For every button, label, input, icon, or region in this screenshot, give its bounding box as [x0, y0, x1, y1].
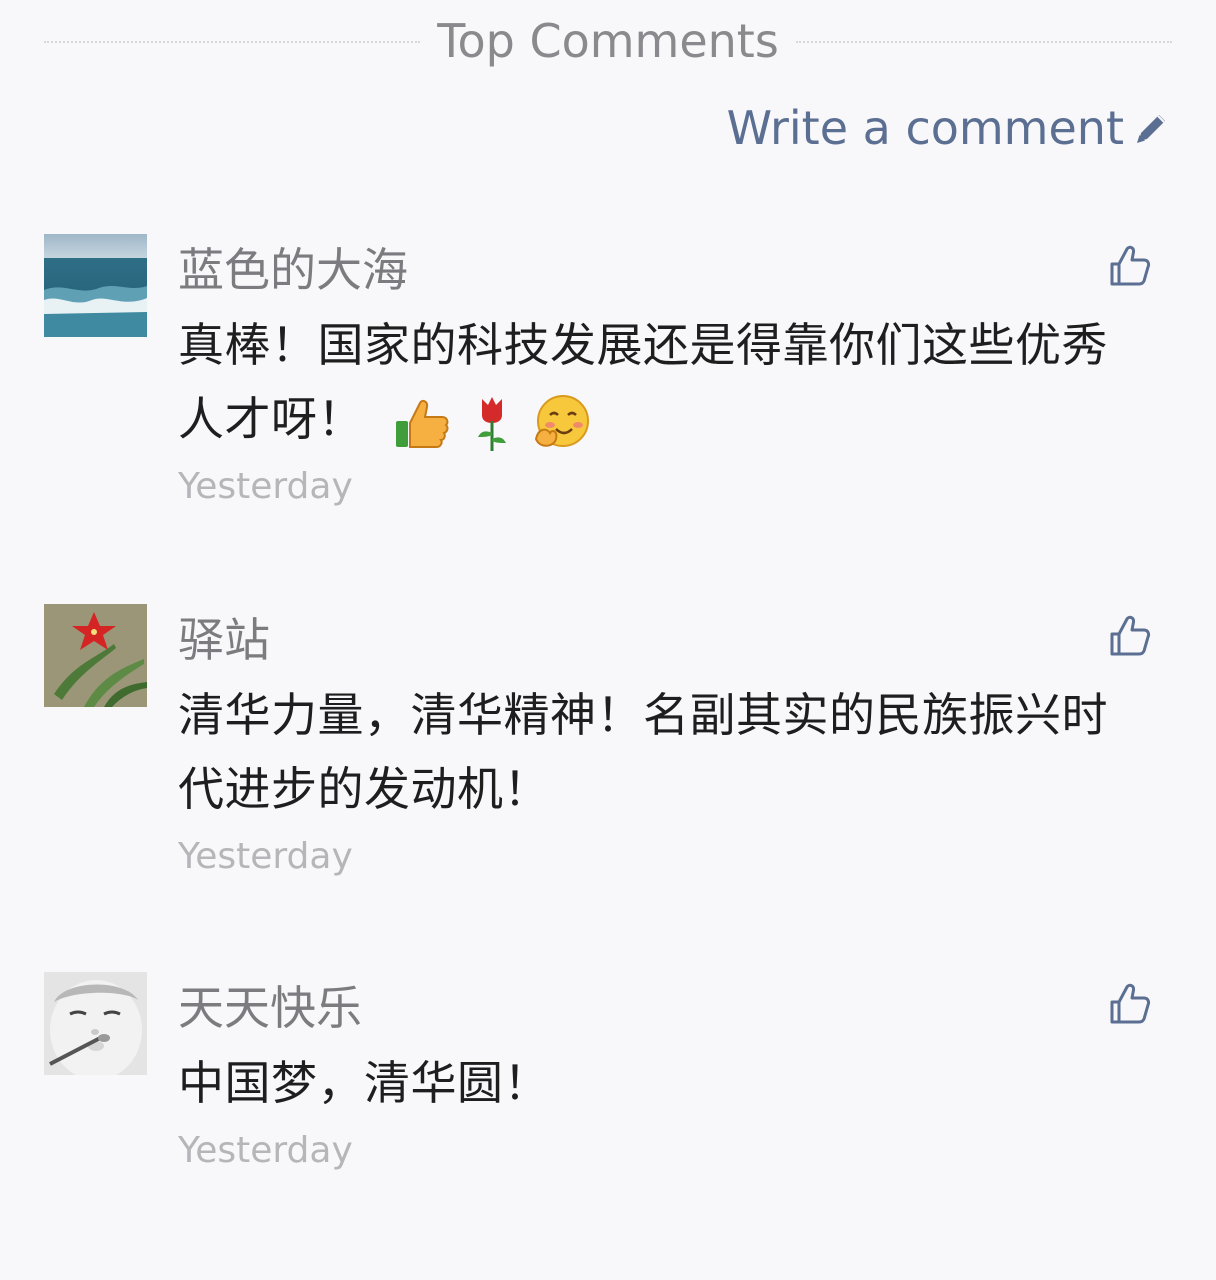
- comment-text: 清华力量，清华精神！名副其实的民族振兴时代进步的发动机！: [178, 688, 1108, 816]
- commenter-name[interactable]: 驿站: [178, 604, 1138, 678]
- comment-text: 真棒！国家的科技发展还是得靠你们这些优秀人才呀！: [178, 308, 1138, 456]
- comment-body: 驿站 清华力量，清华精神！名副其实的民族振兴时代进步的发动机！ Yesterda…: [178, 604, 1138, 888]
- hugging-face-emoji: [532, 393, 592, 453]
- like-button[interactable]: [1108, 614, 1152, 658]
- write-comment-label: Write a comment: [726, 101, 1124, 155]
- comment-item: 天天快乐 中国梦，清华圆！ Yesterday: [44, 972, 1172, 1192]
- comment-body: 蓝色的大海 真棒！国家的科技发展还是得靠你们这些优秀人才呀！ Yesterday: [178, 234, 1138, 518]
- comment-text: 中国梦，清华圆！: [178, 1056, 550, 1110]
- commenter-name[interactable]: 天天快乐: [178, 972, 1138, 1046]
- comment-item: 驿站 清华力量，清华精神！名副其实的民族振兴时代进步的发动机！ Yesterda…: [44, 604, 1172, 894]
- comment-item: 蓝色的大海 真棒！国家的科技发展还是得靠你们这些优秀人才呀！ Yesterday: [44, 234, 1172, 524]
- header-divider-right: [796, 41, 1172, 43]
- comment-body: 天天快乐 中国梦，清华圆！ Yesterday: [178, 972, 1138, 1182]
- emoji-row: [392, 393, 592, 453]
- pencil-icon: [1132, 108, 1172, 148]
- comment-time: Yesterday: [178, 836, 353, 877]
- comment-time: Yesterday: [178, 466, 353, 507]
- avatar[interactable]: [44, 972, 147, 1075]
- comment-time: Yesterday: [178, 1130, 353, 1171]
- thumbs-up-icon: [1110, 983, 1151, 1024]
- comments-header: Top Comments: [44, 0, 1172, 84]
- like-button[interactable]: [1108, 982, 1152, 1026]
- commenter-name[interactable]: 蓝色的大海: [178, 234, 1138, 308]
- thumbs-up-emoji: [392, 393, 452, 453]
- thumbs-up-icon: [1110, 245, 1151, 286]
- avatar[interactable]: [44, 604, 147, 707]
- rose-emoji: [472, 393, 512, 453]
- thumbs-up-icon: [1110, 615, 1151, 656]
- avatar[interactable]: [44, 234, 147, 337]
- write-comment-link[interactable]: Write a comment: [727, 98, 1172, 158]
- like-button[interactable]: [1108, 244, 1152, 288]
- comment-text-content: 真棒！国家的科技发展还是得靠你们这些优秀人才呀！: [178, 318, 1108, 446]
